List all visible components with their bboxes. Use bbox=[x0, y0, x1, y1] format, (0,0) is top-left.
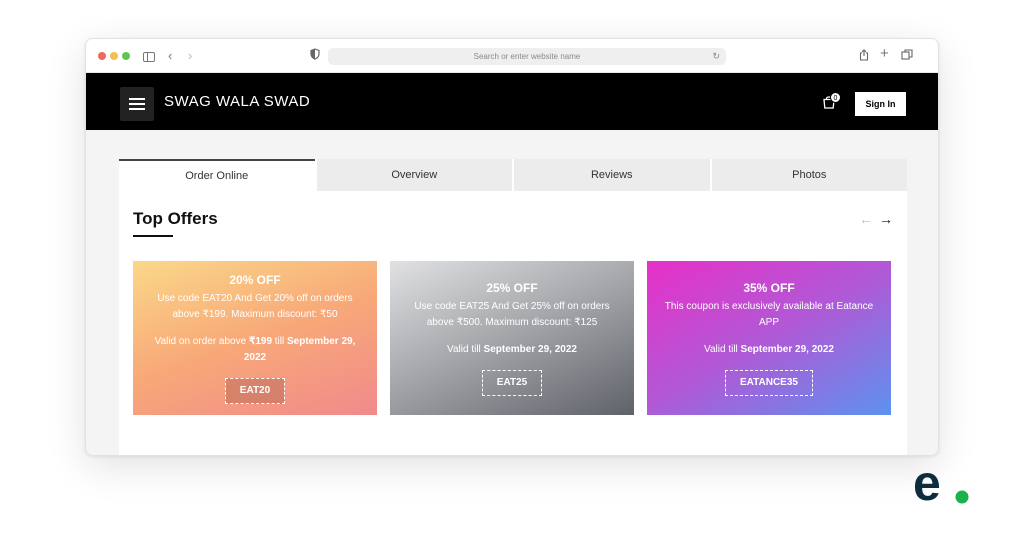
tab-overview[interactable]: Overview bbox=[314, 159, 512, 191]
browser-window: ‹ › Search or enter website name ↻ + SWA… bbox=[85, 38, 939, 456]
minimize-window-button[interactable] bbox=[110, 52, 118, 60]
site-header: SWAG WALA SWAD 0 Sign In bbox=[86, 73, 938, 130]
arrow-left-icon[interactable]: ← bbox=[859, 211, 873, 227]
sidebar-toggle-icon[interactable] bbox=[143, 52, 155, 62]
tab-reviews[interactable]: Reviews bbox=[512, 159, 710, 191]
url-placeholder: Search or enter website name bbox=[473, 52, 581, 61]
title-underline bbox=[133, 235, 173, 237]
maximize-window-button[interactable] bbox=[122, 52, 130, 60]
offer-description: Use code EAT25 And Get 25% off on orders… bbox=[414, 301, 610, 328]
section-title: Top Offers bbox=[133, 209, 218, 228]
new-tab-icon[interactable]: + bbox=[880, 46, 889, 62]
offer-card[interactable]: 35% OFF This coupon is exclusively avail… bbox=[647, 261, 891, 415]
forward-icon[interactable]: › bbox=[188, 48, 192, 64]
tab-photos[interactable]: Photos bbox=[709, 159, 907, 191]
reload-icon[interactable]: ↻ bbox=[712, 48, 720, 65]
close-window-button[interactable] bbox=[98, 52, 106, 60]
offer-card[interactable]: 20% OFF Use code EAT20 And Get 20% off o… bbox=[133, 261, 377, 415]
url-bar[interactable]: Search or enter website name ↻ bbox=[328, 48, 726, 65]
shield-icon[interactable] bbox=[310, 48, 320, 64]
restaurant-content: Order Online Overview Reviews Photos Top… bbox=[119, 159, 907, 455]
offer-validity: Valid on order above ₹199 till September… bbox=[154, 336, 356, 363]
offer-title: 20% OFF bbox=[229, 273, 281, 287]
brand-name: SWAG WALA SWAD bbox=[164, 93, 311, 110]
offer-title: 35% OFF bbox=[743, 281, 795, 295]
offer-title: 25% OFF bbox=[486, 281, 538, 295]
offer-validity: Valid till September 29, 2022 bbox=[447, 344, 577, 355]
back-icon[interactable]: ‹ bbox=[168, 48, 172, 64]
tabs-overview-icon[interactable] bbox=[901, 49, 913, 65]
tab-order-online[interactable]: Order Online bbox=[119, 159, 315, 191]
sign-in-button[interactable]: Sign In bbox=[855, 92, 906, 116]
browser-toolbar: ‹ › Search or enter website name ↻ + bbox=[86, 39, 938, 73]
eatance-logo: e bbox=[913, 462, 969, 506]
logo-dot bbox=[955, 490, 969, 504]
share-icon[interactable] bbox=[859, 49, 869, 65]
cart-count-badge: 0 bbox=[830, 92, 841, 103]
tab-bar: Order Online Overview Reviews Photos bbox=[119, 159, 907, 191]
offer-validity: Valid till September 29, 2022 bbox=[704, 344, 834, 355]
logo-letter: e bbox=[913, 462, 941, 506]
offer-description: This coupon is exclusively available at … bbox=[664, 301, 874, 328]
coupon-code[interactable]: EAT25 bbox=[481, 370, 543, 396]
arrow-right-icon[interactable]: → bbox=[879, 211, 893, 227]
offer-description: Use code EAT20 And Get 20% off on orders… bbox=[157, 293, 353, 320]
coupon-code[interactable]: EATANCE35 bbox=[725, 370, 813, 396]
coupon-code[interactable]: EAT20 bbox=[224, 378, 286, 404]
offer-card[interactable]: 25% OFF Use code EAT25 And Get 25% off o… bbox=[390, 261, 634, 415]
menu-icon[interactable] bbox=[120, 87, 154, 121]
